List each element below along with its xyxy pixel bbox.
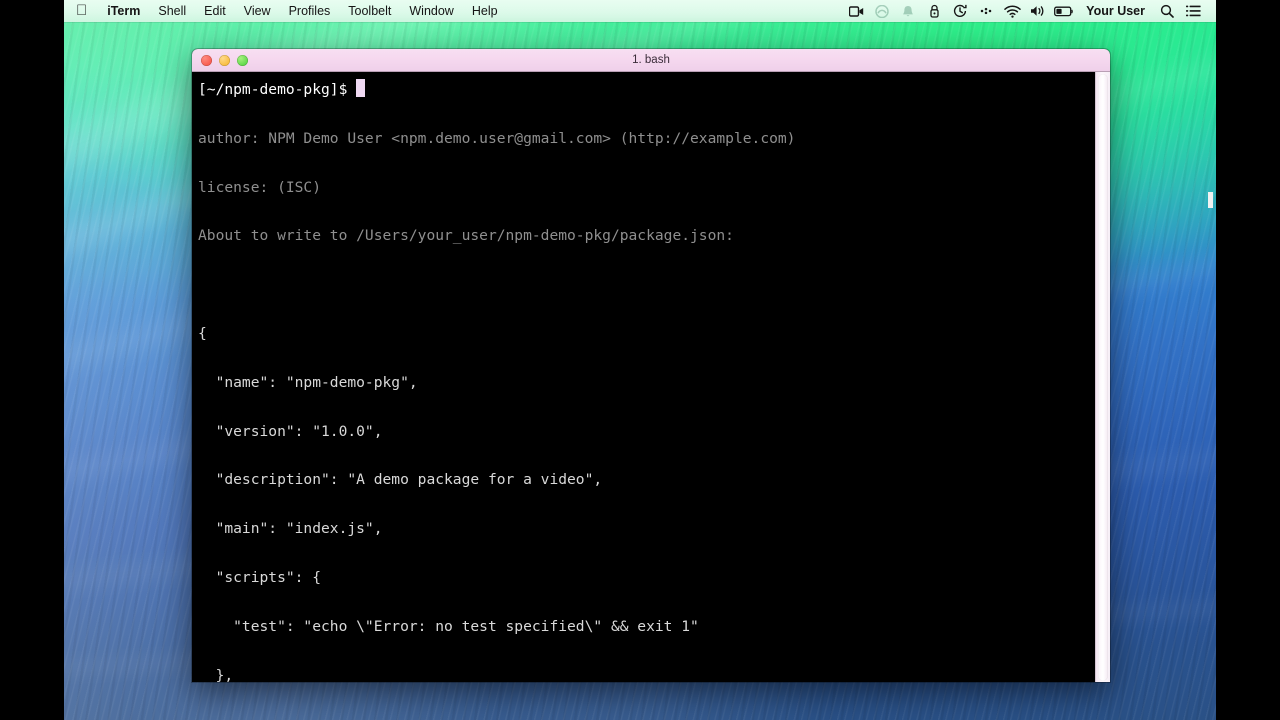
menu-item-view[interactable]: View bbox=[235, 0, 280, 22]
close-button[interactable] bbox=[201, 54, 212, 66]
time-machine-icon[interactable] bbox=[947, 0, 973, 22]
menu-item-help[interactable]: Help bbox=[463, 0, 507, 22]
terminal-line: "name": "npm-demo-pkg", bbox=[198, 373, 418, 391]
letterbox-right bbox=[1216, 0, 1280, 720]
apple-logo-icon[interactable]:  bbox=[64, 0, 98, 22]
window-controls bbox=[192, 54, 248, 66]
letterbox-left bbox=[0, 0, 64, 720]
terminal-line: About to write to /Users/your_user/npm-d… bbox=[198, 227, 734, 245]
zoom-button[interactable] bbox=[237, 54, 248, 66]
search-icon[interactable] bbox=[1154, 0, 1180, 22]
notification-center-icon[interactable] bbox=[1180, 0, 1206, 22]
terminal-line: }, bbox=[198, 666, 234, 682]
terminal-line: author: NPM Demo User <npm.demo.user@gma… bbox=[198, 129, 796, 147]
screen-recording-icon[interactable] bbox=[843, 0, 869, 22]
terminal-cursor bbox=[356, 79, 366, 97]
menu-bar-user-label[interactable]: Your User bbox=[1077, 0, 1154, 22]
terminal-line: "version": "1.0.0", bbox=[198, 422, 383, 440]
terminal-window[interactable]: 1. bash [~/npm-demo-pkg]$ author: NPM De… bbox=[192, 49, 1110, 682]
dropbox-icon[interactable] bbox=[973, 0, 999, 22]
menu-item-profiles[interactable]: Profiles bbox=[280, 0, 340, 22]
window-title: 1. bash bbox=[632, 54, 670, 66]
menu-item-window[interactable]: Window bbox=[400, 0, 462, 22]
wifi-icon[interactable] bbox=[999, 0, 1025, 22]
lock-icon[interactable] bbox=[921, 0, 947, 22]
screen:  iTerm Shell Edit View Profiles Toolbel… bbox=[0, 0, 1280, 720]
terminal-line: "description": "A demo package for a vid… bbox=[198, 471, 603, 489]
battery-icon[interactable] bbox=[1051, 0, 1077, 22]
terminal-line: "main": "index.js", bbox=[198, 520, 383, 538]
terminal-line: "test": "echo \"Error: no test specified… bbox=[198, 617, 699, 635]
terminal-scrollbar[interactable] bbox=[1095, 72, 1110, 682]
background-window-sliver bbox=[1208, 192, 1213, 208]
terminal-line: license: (ISC) bbox=[198, 178, 322, 196]
terminal-line: [~/npm-demo-pkg]$ bbox=[198, 78, 1095, 102]
macos-menu-bar:  iTerm Shell Edit View Profiles Toolbel… bbox=[64, 0, 1216, 22]
terminal-line: { bbox=[198, 325, 207, 343]
menu-item-shell[interactable]: Shell bbox=[149, 0, 195, 22]
notification-bell-icon[interactable] bbox=[895, 0, 921, 22]
window-title-bar[interactable]: 1. bash bbox=[192, 49, 1110, 72]
volume-icon[interactable] bbox=[1025, 0, 1051, 22]
terminal-body: [~/npm-demo-pkg]$ author: NPM Demo User … bbox=[192, 72, 1110, 682]
menu-bar-app-menus:  iTerm Shell Edit View Profiles Toolbel… bbox=[64, 0, 507, 22]
scrollbar-thumb[interactable] bbox=[1098, 74, 1108, 681]
minimize-button[interactable] bbox=[219, 54, 230, 66]
menu-item-iterm[interactable]: iTerm bbox=[98, 0, 149, 22]
creative-cloud-icon[interactable] bbox=[869, 0, 895, 22]
menu-bar-status-items: Your User bbox=[843, 0, 1216, 22]
menu-item-edit[interactable]: Edit bbox=[195, 0, 235, 22]
menu-item-toolbelt[interactable]: Toolbelt bbox=[339, 0, 400, 22]
terminal-line: "scripts": { bbox=[198, 569, 322, 587]
terminal-output[interactable]: [~/npm-demo-pkg]$ author: NPM Demo User … bbox=[192, 72, 1095, 682]
